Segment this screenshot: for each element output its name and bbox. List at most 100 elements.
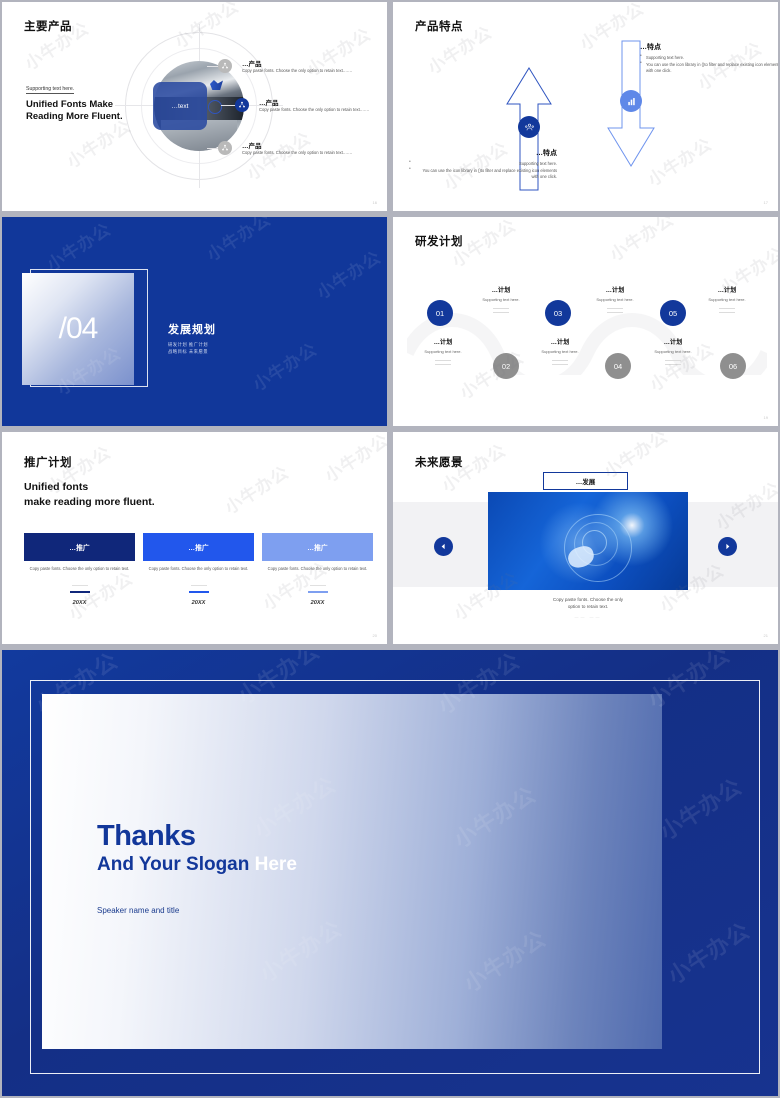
lead-line-2: make reading more fluent.	[24, 496, 155, 508]
slide-rd-plan[interactable]: 研发计划 01 02 03 04 05 06 …计划 Supporting te…	[393, 217, 778, 426]
thanks-slogan: And Your Slogan Here	[97, 854, 297, 876]
vision-caption: Copy paste fonts. Choose the only option…	[518, 596, 658, 610]
step-placeholder-bars	[633, 360, 713, 365]
feature-block-right: …特点 Supporting text here. You can use th…	[640, 42, 778, 75]
divider-number-tile: /04	[22, 273, 134, 385]
step-item[interactable]: …计划 Supporting text here.	[575, 285, 655, 316]
group-people-icon	[518, 116, 540, 138]
lead-headline: Unified fonts make reading more fluent.	[24, 480, 155, 510]
page-number: 21	[763, 633, 768, 638]
share-nodes-icon	[235, 98, 249, 112]
center-text-bubble: …text	[153, 82, 207, 130]
feature-heading: …特点	[536, 150, 557, 157]
section-number: /04	[58, 312, 99, 345]
step-placeholder-bars	[575, 308, 655, 313]
watermark-text: 小牛办公	[313, 247, 385, 303]
next-button[interactable]	[718, 537, 737, 556]
step-body: Supporting text here.	[708, 297, 746, 302]
watermark-text: 小牛办公	[221, 462, 293, 518]
vision-tag: …发展	[543, 472, 628, 490]
step-item[interactable]: …计划 Supporting text here.	[461, 285, 541, 316]
promotion-card[interactable]: …推广 Copy paste fonts. Choose the only op…	[262, 533, 373, 606]
step-placeholder-bars	[687, 308, 767, 313]
slogan-blue-part: And Your Slogan	[97, 854, 255, 875]
lead-line-1: Unified fonts	[24, 481, 89, 493]
step-heading: …计划	[663, 339, 683, 346]
promotion-card-body: Copy paste fonts. Choose the only option…	[148, 566, 249, 571]
slogan-white-part: Here	[254, 854, 297, 875]
vision-hero-image	[488, 492, 688, 590]
promotion-card-band: …推广	[143, 533, 254, 561]
feature-bullet: Supporting text here.	[640, 54, 778, 61]
page-title: 研发计划	[415, 236, 463, 248]
product-item-body: Copy paste fonts. Choose the only option…	[259, 107, 370, 112]
step-body: Supporting text here.	[482, 297, 520, 302]
product-item-heading: …产品	[259, 100, 279, 107]
product-item-body: Copy paste fonts. Choose the only option…	[242, 150, 353, 155]
arrow-right-icon	[726, 543, 730, 550]
step-item[interactable]: …计划 Supporting text here.	[633, 337, 713, 368]
accent-bar	[188, 591, 209, 593]
page-title: 主要产品	[24, 21, 72, 33]
feature-bullet: You can use the icon library in ()to fil…	[409, 167, 557, 180]
step-body: Supporting text here.	[424, 349, 462, 354]
watermark-text: 小牛办公	[203, 217, 275, 265]
prev-button[interactable]	[434, 537, 453, 556]
slide-promotion-plan[interactable]: 推广计划 Unified fonts make reading more flu…	[2, 432, 387, 644]
watermark-text: 小牛办公	[321, 432, 387, 486]
slide-future-vision[interactable]: 未来愿景 …发展 Copy paste fonts. Choose the on…	[393, 432, 778, 644]
feature-bullet: You can use the icon library in ()to fil…	[640, 61, 778, 74]
promotion-card[interactable]: …推广 Copy paste fonts. Choose the only op…	[24, 533, 135, 606]
slide-section-divider[interactable]: /04 发展规划 研发计划 推广计划 战略目标 未来愿景 小牛办公 小牛办公 小…	[2, 217, 387, 426]
page-title: 未来愿景	[415, 457, 463, 469]
headline: Unified Fonts Make Reading More Fluent.	[26, 99, 123, 123]
divider-dash	[309, 585, 326, 586]
thanks-title: Thanks	[97, 820, 196, 852]
feature-block-left: …特点 Supporting text here. You can use th…	[409, 148, 557, 181]
page-number: 17	[763, 200, 768, 205]
promotion-card-year: 20XX	[310, 600, 325, 606]
slide-main-products[interactable]: 主要产品 …text Supporting text here. Unified…	[2, 2, 387, 211]
slide-product-features[interactable]: 产品特点 …特点 Supporting text here. You can u…	[393, 2, 778, 211]
section-subtitle-line-1: 研发计划 推广计划	[168, 342, 209, 347]
divider-dash	[71, 585, 88, 586]
supporting-text: Supporting text here.	[26, 86, 75, 94]
step-placeholder-bars	[403, 360, 483, 365]
promotion-card-body: Copy paste fonts. Choose the only option…	[29, 566, 130, 571]
page-title: 产品特点	[415, 21, 463, 33]
step-number-badge: 06	[720, 353, 746, 379]
feature-bullet-list: Supporting text here. You can use the ic…	[409, 160, 557, 180]
caption-dashes: —— ——	[574, 614, 602, 619]
step-body: Supporting text here.	[596, 297, 634, 302]
arrow-left-icon	[441, 543, 445, 550]
product-item-heading: …产品	[242, 143, 262, 150]
slides-contact-sheet: 主要产品 …text Supporting text here. Unified…	[0, 0, 780, 1098]
section-title: 发展规划	[168, 324, 216, 336]
divider-dash	[190, 585, 207, 586]
step-number-badge: 04	[605, 353, 631, 379]
page-number: 16	[372, 200, 377, 205]
promotion-card-year: 20XX	[191, 600, 206, 606]
watermark-text: 小牛办公	[43, 219, 115, 275]
step-number-badge: 05	[660, 300, 686, 326]
speaker-line: Speaker name and title	[97, 906, 180, 915]
feature-bullet: Supporting text here.	[409, 160, 557, 167]
share-nodes-icon	[218, 141, 232, 155]
product-item-body: Copy paste fonts. Choose the only option…	[242, 68, 353, 73]
section-subtitle-line-2: 战略目标 未来愿景	[168, 348, 209, 354]
step-body: Supporting text here.	[654, 349, 692, 354]
headline-line-1: Unified Fonts Make	[26, 99, 114, 110]
feature-heading: …特点	[640, 44, 661, 51]
promotion-card[interactable]: …推广 Copy paste fonts. Choose the only op…	[143, 533, 254, 606]
bar-chart-icon	[620, 90, 642, 112]
step-item[interactable]: …计划 Supporting text here.	[403, 337, 483, 368]
page-title: 推广计划	[24, 457, 72, 469]
watermark-text: 小牛办公	[606, 217, 678, 265]
step-number-badge: 02	[493, 353, 519, 379]
slide-thanks[interactable]: Thanks And Your Slogan Here Speaker name…	[2, 650, 778, 1096]
accent-bar	[69, 591, 90, 593]
step-item[interactable]: …计划 Supporting text here.	[687, 285, 767, 316]
feature-bullet-list: Supporting text here. You can use the ic…	[640, 54, 778, 74]
share-nodes-icon	[218, 59, 232, 73]
step-item[interactable]: …计划 Supporting text here.	[520, 337, 600, 368]
